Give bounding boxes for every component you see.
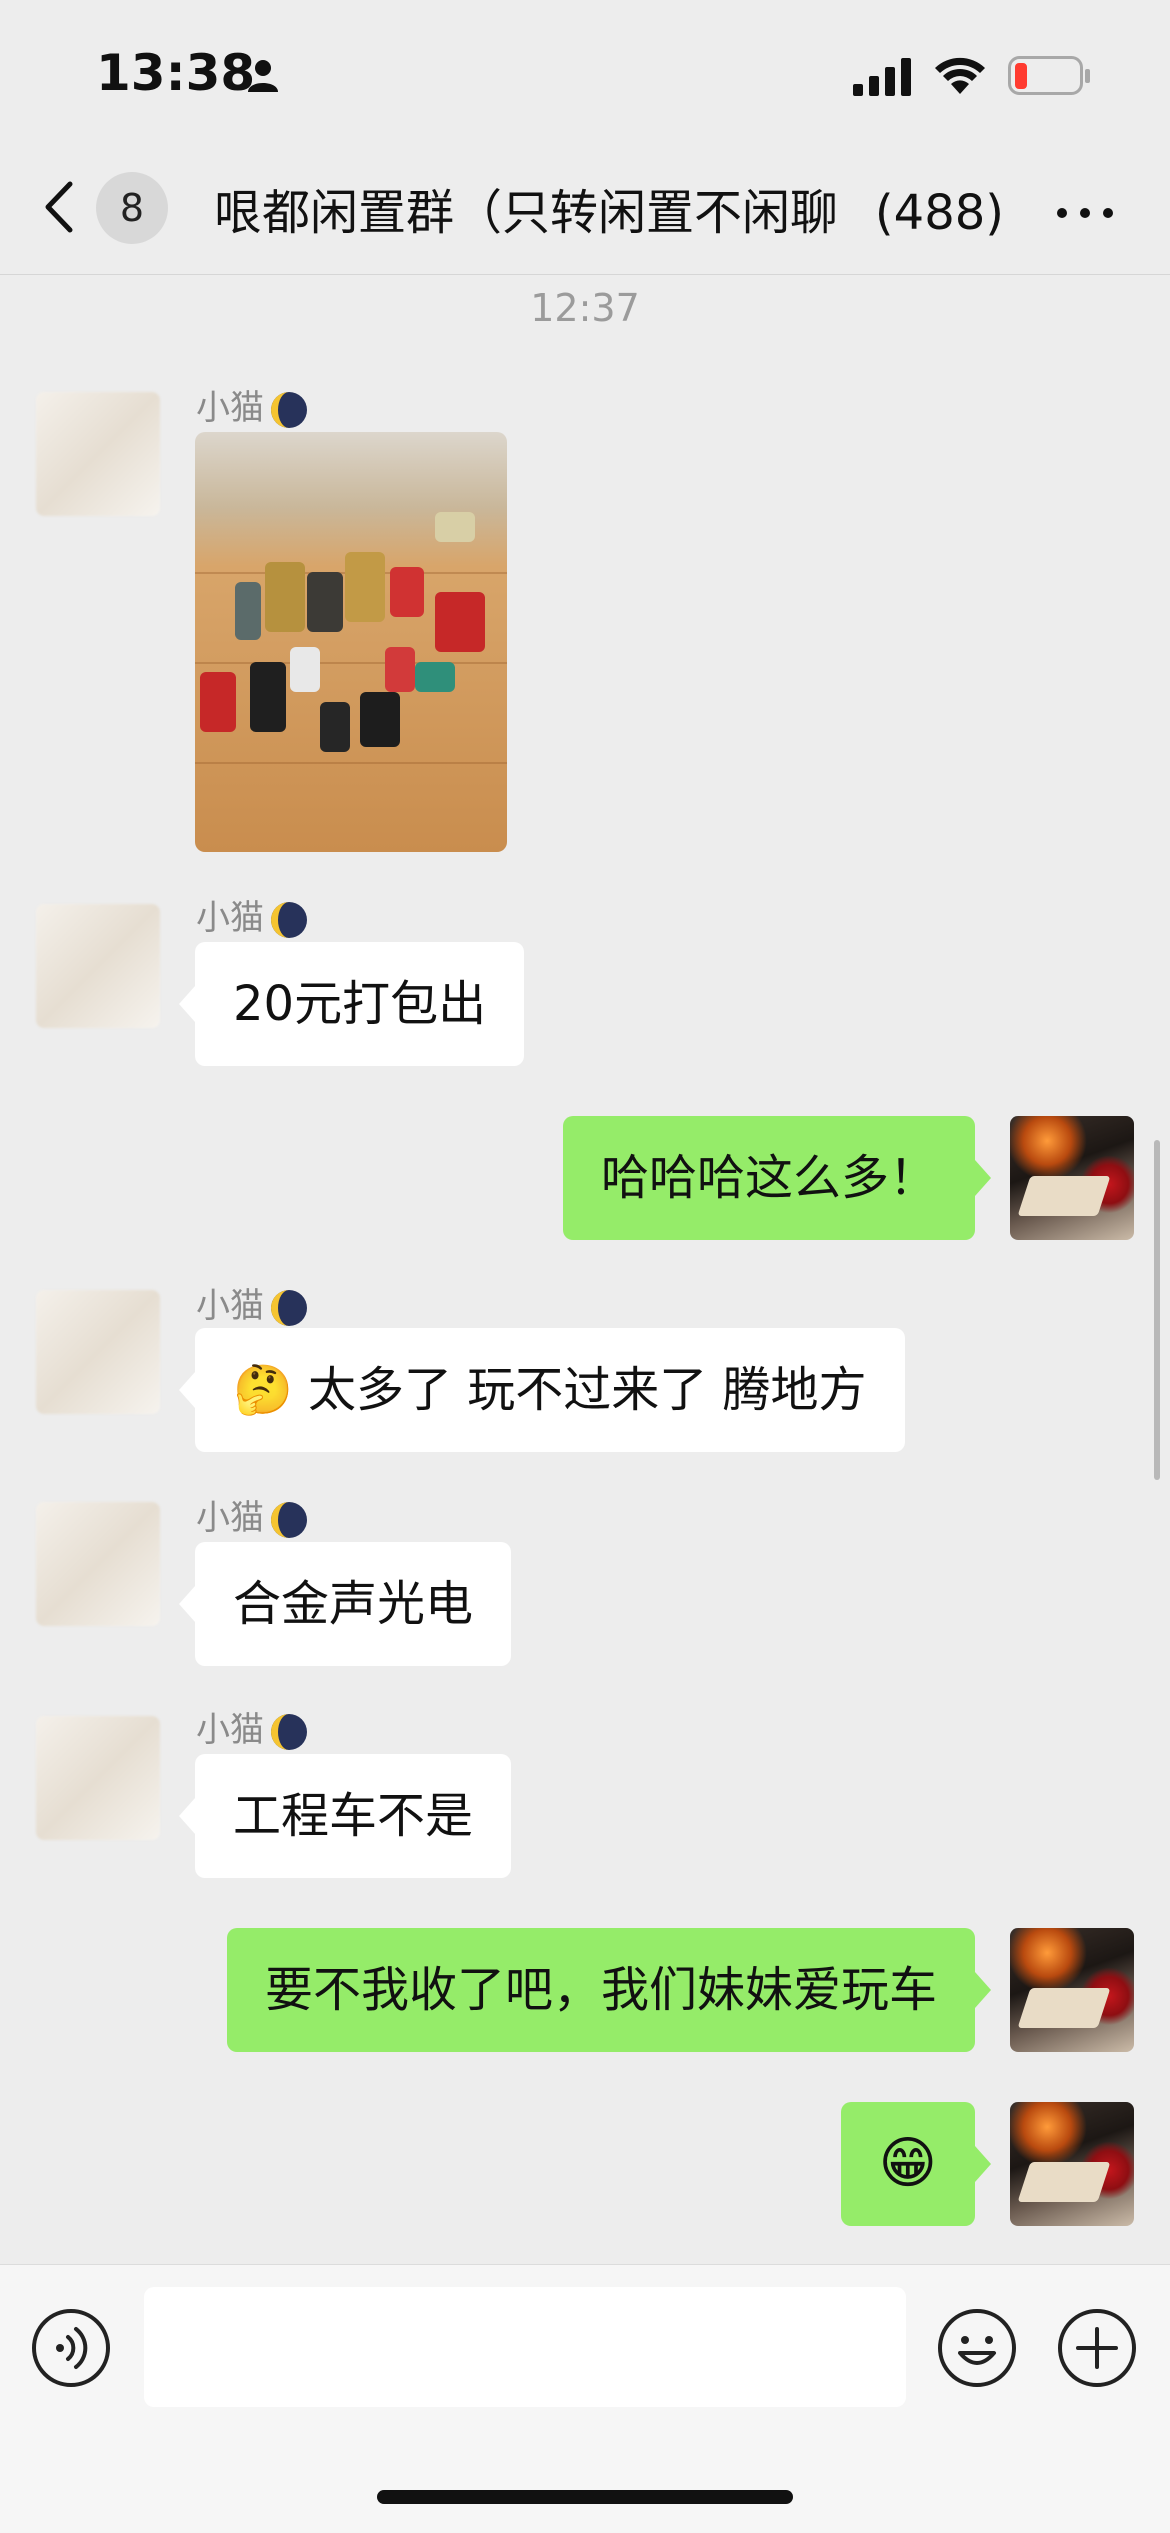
sender-avatar[interactable]: [36, 392, 160, 516]
sender-avatar[interactable]: [36, 1502, 160, 1626]
status-bar: 13:38: [0, 0, 1170, 150]
sender-name: 小猫: [196, 1702, 308, 1751]
sender-avatar[interactable]: [36, 1716, 160, 1840]
sender-name: 小猫: [196, 1278, 308, 1327]
back-button[interactable]: [40, 172, 100, 242]
sender-name: 小猫: [196, 890, 308, 939]
self-avatar[interactable]: [1010, 1116, 1134, 1240]
more-functions-button[interactable]: [1056, 2307, 1138, 2389]
voice-icon: [32, 2309, 110, 2387]
status-time: 13:38: [96, 44, 256, 102]
message-timestamp: 12:37: [530, 286, 640, 330]
thinking-face-emoji: 🤔: [233, 1362, 293, 1418]
message-bubble[interactable]: 🤔 太多了 玩不过来了 腾地方: [179, 1328, 905, 1452]
self-avatar[interactable]: [1010, 1928, 1134, 2052]
moon-icon: [270, 391, 308, 429]
moon-icon: [270, 901, 308, 939]
battery-icon: [1008, 56, 1092, 100]
member-count: (488): [870, 178, 1004, 248]
message-bubble-self[interactable]: 哈哈哈这么多！: [562, 1116, 992, 1240]
message-bubble-self[interactable]: 要不我收了吧，我们妹妹爱玩车: [226, 1928, 992, 2052]
message-input[interactable]: [144, 2287, 906, 2407]
emoji-bubble-self[interactable]: 😁: [840, 2102, 992, 2226]
message-text: 太多了 玩不过来了 腾地方: [308, 1362, 867, 1418]
self-avatar[interactable]: [1010, 2102, 1134, 2226]
plus-circle-icon: [1058, 2309, 1136, 2387]
sender-avatar[interactable]: [36, 1290, 160, 1414]
chat-header: 8 哏都闲置群（只转闲置不闲聊 (488): [0, 150, 1170, 275]
person-icon: [246, 58, 280, 96]
more-dots-icon: [1057, 208, 1113, 218]
wifi-icon: [934, 56, 986, 100]
scrollbar[interactable]: [1154, 1140, 1160, 1480]
smiley-icon: [938, 2309, 1016, 2387]
more-options-button[interactable]: [1050, 188, 1120, 238]
shared-photo-toy-cars[interactable]: [195, 432, 507, 852]
sender-name: 小猫: [196, 1490, 308, 1539]
cellular-signal-icon: [853, 58, 913, 100]
message-bubble[interactable]: 工程车不是: [178, 1754, 512, 1878]
moon-icon: [270, 1501, 308, 1539]
moon-icon: [270, 1713, 308, 1751]
home-indicator[interactable]: [377, 2490, 793, 2504]
moon-icon: [270, 1289, 308, 1327]
sender-avatar[interactable]: [36, 904, 160, 1028]
message-bubble[interactable]: 合金声光电: [178, 1542, 512, 1666]
voice-input-button[interactable]: [30, 2307, 112, 2389]
unread-count-badge[interactable]: 8: [96, 172, 168, 244]
emoji-button[interactable]: [936, 2307, 1018, 2389]
chat-title[interactable]: 哏都闲置群（只转闲置不闲聊 (488): [214, 178, 1004, 248]
chevron-left-icon: [45, 181, 73, 233]
sender-name: 小猫: [196, 380, 308, 429]
group-name: 哏都闲置群（只转闲置不闲聊: [214, 185, 839, 241]
message-bubble[interactable]: 20元打包出: [178, 942, 525, 1066]
